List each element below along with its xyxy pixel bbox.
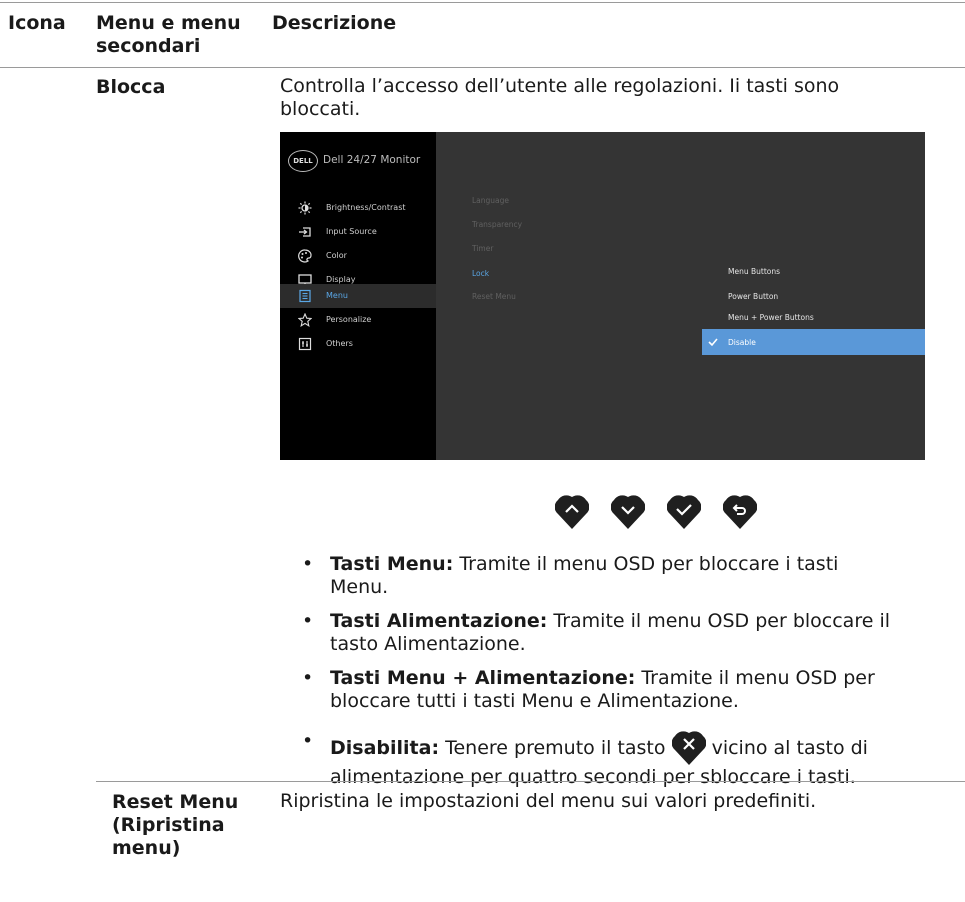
- osd-option-power-button: Power Button: [728, 292, 779, 301]
- bullet-dot: •: [302, 730, 314, 752]
- bullet-text: alimentazione per quattro secondi per sb…: [330, 766, 856, 788]
- header-rule: [0, 67, 965, 68]
- osd-item-brightness: Brightness/Contrast: [280, 196, 436, 220]
- lock-description-line2: bloccati.: [280, 98, 361, 120]
- osd-option-menu-buttons: Menu Buttons: [728, 267, 781, 276]
- reset-label-line3: menu): [112, 837, 181, 859]
- reset-label-line2: (Ripristina: [112, 814, 225, 836]
- osd-item-label: Color: [326, 251, 347, 260]
- osd-item-label: Input Source: [326, 227, 377, 236]
- bullet-dot: •: [302, 553, 314, 575]
- input-source-icon: [299, 227, 311, 237]
- osd-screenshot: DELL Dell 24/27 Monitor Brightness/Contr…: [280, 132, 925, 460]
- osd-title: Dell 24/27 Monitor: [323, 154, 421, 166]
- up-icon: [555, 495, 589, 529]
- bullet-text: Tenere premuto il tasto: [439, 737, 672, 759]
- bullet-term: Disabilita:: [330, 737, 440, 759]
- lock-description-line1: Controlla l’accesso dell’utente alle reg…: [280, 75, 840, 97]
- osd-item-label: Menu: [326, 291, 348, 300]
- bullet-text: Tramite il menu OSD per bloccare il: [547, 610, 891, 632]
- color-icon: [298, 249, 312, 263]
- checkmark-icon: [708, 338, 718, 347]
- star-icon: [298, 313, 312, 327]
- osd-submenu-timer: Timer: [472, 244, 494, 253]
- osd-item-input-source: Input Source: [280, 220, 436, 244]
- osd-submenu-lock: Lock: [472, 269, 490, 278]
- osd-submenu-reset: Reset Menu: [472, 292, 516, 301]
- row-rule: [96, 781, 965, 782]
- bullet-text: Tramite il menu OSD per: [635, 667, 875, 689]
- down-icon: [611, 495, 645, 529]
- header-menu-line1: Menu e menu: [96, 12, 241, 34]
- header-icon: Icona: [8, 12, 66, 34]
- osd-item-others: Others: [280, 332, 436, 356]
- osd-item-label: Personalize: [326, 315, 372, 324]
- bullet-text: vicino al tasto di: [705, 737, 868, 759]
- others-icon: [298, 337, 312, 351]
- osd-item-label: Brightness/Contrast: [326, 203, 406, 212]
- bullet-text: Tramite il menu OSD per bloccare i tasti: [453, 553, 839, 575]
- top-rule: [0, 2, 965, 3]
- header-menu-line2: secondari: [96, 35, 201, 57]
- bullet-term: Tasti Menu + Alimentazione:: [330, 667, 636, 689]
- back-icon: [723, 495, 757, 529]
- osd-option-disable: Disable: [728, 338, 756, 347]
- osd-submenu-transparency: Transparency: [472, 220, 523, 229]
- osd-submenu-language: Language: [472, 196, 510, 205]
- bullet-menu-buttons: Tasti Menu: Tramite il menu OSD per bloc…: [330, 553, 965, 599]
- bullet-dot: •: [302, 610, 314, 632]
- bullet-dot: •: [302, 667, 314, 689]
- reset-label-line1: Reset Menu: [112, 791, 239, 813]
- menu-icon: [299, 289, 311, 303]
- osd-item-personalize: Personalize: [280, 308, 436, 332]
- header-description: Descrizione: [272, 12, 397, 34]
- brightness-icon: [298, 201, 312, 215]
- dell-logo: DELL: [288, 150, 318, 172]
- reset-description: Ripristina le impostazioni del menu sui …: [280, 790, 817, 812]
- osd-sidebar: DELL Dell 24/27 Monitor Brightness/Contr…: [280, 132, 436, 460]
- bullet-power-button: Tasti Alimentazione: Tramite il menu OSD…: [330, 610, 965, 656]
- osd-item-label: Display: [326, 275, 356, 284]
- osd-item-menu: Menu: [280, 284, 436, 308]
- bullet-text: tasto Alimentazione.: [330, 633, 526, 655]
- check-icon: [667, 495, 701, 529]
- bullet-text: bloccare tutti i tasti Menu e Alimentazi…: [330, 690, 739, 712]
- osd-item-label: Others: [326, 339, 353, 348]
- bullet-term: Tasti Menu:: [330, 553, 454, 575]
- lock-label: Blocca: [96, 76, 166, 98]
- bullet-menu-power: Tasti Menu + Alimentazione: Tramite il m…: [330, 667, 965, 713]
- osd-option-menu-power: Menu + Power Buttons: [728, 313, 814, 322]
- bullet-text: Menu.: [330, 576, 389, 598]
- bullet-term: Tasti Alimentazione:: [330, 610, 548, 632]
- osd-item-color: Color: [280, 244, 436, 268]
- close-icon: [671, 731, 706, 765]
